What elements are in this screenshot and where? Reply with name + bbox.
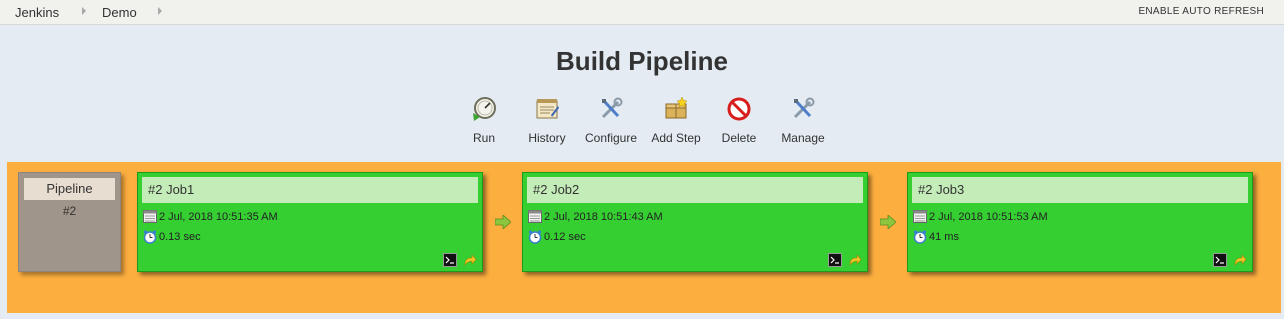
breadcrumb: Jenkins Demo ENABLE AUTO REFRESH <box>0 0 1284 25</box>
configure-label: Configure <box>584 131 638 145</box>
run-icon <box>473 97 496 121</box>
delete-icon <box>727 97 751 121</box>
job-duration-row: 0.13 sec <box>143 230 201 244</box>
enable-auto-refresh-link[interactable]: ENABLE AUTO REFRESH <box>1138 6 1264 17</box>
manage-icon <box>793 97 815 119</box>
rerun-icon[interactable] <box>1233 253 1247 267</box>
add-step-icon <box>665 96 688 119</box>
job-date-row: 2 Jul, 2018 10:51:35 AM <box>143 210 278 224</box>
job-title[interactable]: #2 Job2 <box>527 177 863 203</box>
page-title: Build Pipeline <box>556 46 728 76</box>
job-date: 2 Jul, 2018 10:51:53 AM <box>929 211 1048 223</box>
console-icon[interactable] <box>828 253 842 267</box>
delete-label: Delete <box>721 131 757 145</box>
job-duration: 0.13 sec <box>159 231 201 243</box>
console-icon[interactable] <box>443 253 457 267</box>
clock-icon <box>143 230 157 244</box>
run-label: Run <box>472 131 495 145</box>
console-icon[interactable] <box>1213 253 1227 267</box>
job-duration-row: 41 ms <box>913 230 959 244</box>
pipeline-label[interactable]: Pipeline <box>24 178 115 200</box>
job-title[interactable]: #2 Job3 <box>912 177 1248 203</box>
job-card-job3[interactable]: #2 Job3 2 Jul, 2018 10:51:53 AM 41 ms <box>907 172 1253 272</box>
calendar-icon <box>143 210 157 223</box>
configure-button[interactable]: Configure <box>575 96 647 145</box>
run-button[interactable]: Run <box>448 96 520 145</box>
clock-icon <box>913 230 927 244</box>
job-card-job1[interactable]: #2 Job1 2 Jul, 2018 10:51:35 AM 0.13 sec <box>137 172 483 272</box>
job-date: 2 Jul, 2018 10:51:43 AM <box>544 211 663 223</box>
add-step-label: Add Step <box>651 131 701 145</box>
configure-icon <box>601 97 623 119</box>
job-date-row: 2 Jul, 2018 10:51:53 AM <box>913 210 1048 224</box>
job-duration: 41 ms <box>929 231 959 243</box>
pipeline-number[interactable]: #2 <box>19 204 120 218</box>
rerun-icon[interactable] <box>463 253 477 267</box>
job-duration-row: 0.12 sec <box>528 230 586 244</box>
history-button[interactable]: History <box>511 96 583 145</box>
rerun-icon[interactable] <box>848 253 862 267</box>
delete-button[interactable]: Delete <box>703 96 775 145</box>
pipeline-area: Pipeline #2 #2 Job1 2 Jul, 2018 10:51:35… <box>7 162 1281 313</box>
job-duration: 0.12 sec <box>544 231 586 243</box>
manage-button[interactable]: Manage <box>767 96 839 145</box>
manage-label: Manage <box>781 131 825 145</box>
job-date-row: 2 Jul, 2018 10:51:43 AM <box>528 210 663 224</box>
job-card-job2[interactable]: #2 Job2 2 Jul, 2018 10:51:43 AM 0.12 sec <box>522 172 868 272</box>
breadcrumb-chevron-icon[interactable] <box>82 7 86 15</box>
calendar-icon <box>528 210 542 223</box>
calendar-icon <box>913 210 927 223</box>
pipeline-run-box[interactable]: Pipeline #2 <box>18 172 121 272</box>
arrow-right-icon <box>495 215 511 229</box>
breadcrumb-chevron-icon[interactable] <box>158 7 162 15</box>
breadcrumb-demo[interactable]: Demo <box>102 5 137 20</box>
arrow-right-icon <box>880 215 896 229</box>
pipeline-toolbar: Run History Configure Add Step Delete Ma… <box>0 96 1284 148</box>
job-date: 2 Jul, 2018 10:51:35 AM <box>159 211 278 223</box>
clock-icon <box>528 230 542 244</box>
breadcrumb-jenkins[interactable]: Jenkins <box>15 5 59 20</box>
job-title[interactable]: #2 Job1 <box>142 177 478 203</box>
history-label: History <box>528 131 566 145</box>
add-step-button[interactable]: Add Step <box>640 96 712 145</box>
history-icon <box>536 99 559 119</box>
